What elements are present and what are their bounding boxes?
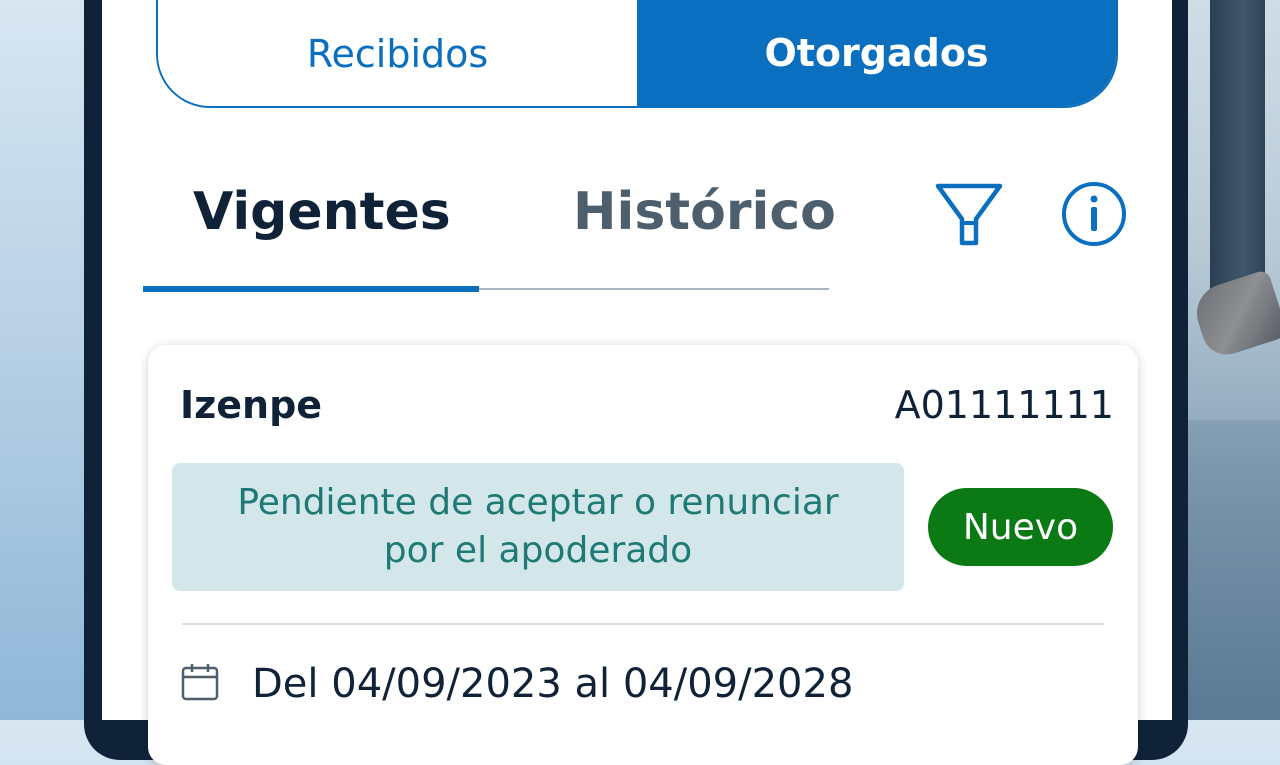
tab-vigentes[interactable]: Vigentes: [193, 182, 451, 242]
status-line-1: Pendiente de aceptar o renunciar: [237, 482, 839, 523]
card-id: A01111111: [894, 383, 1114, 427]
background-floor: [1180, 420, 1280, 720]
date-row: Del 04/09/2023 al 04/09/2028: [180, 661, 853, 707]
info-icon[interactable]: [1059, 181, 1129, 251]
calendar-icon: [180, 662, 220, 706]
filter-icon[interactable]: [934, 181, 1004, 251]
card-divider: [182, 623, 1104, 625]
app-screen: Recibidos Otorgados Vigentes Histórico I…: [102, 0, 1172, 765]
background-shoe: [1189, 269, 1280, 361]
tab-historico[interactable]: Histórico: [573, 182, 836, 242]
date-range: Del 04/09/2023 al 04/09/2028: [252, 661, 854, 707]
poder-card[interactable]: Izenpe A01111111 Pendiente de aceptar o …: [148, 345, 1138, 765]
segment-otorgados[interactable]: Otorgados: [637, 0, 1116, 106]
status-badge: Nuevo: [928, 488, 1113, 566]
segment-recibidos[interactable]: Recibidos: [158, 0, 637, 106]
tab-active-indicator: [143, 286, 479, 292]
tab-bar: Vigentes Histórico: [143, 170, 836, 294]
background-photo: [1180, 0, 1280, 720]
card-name: Izenpe: [180, 383, 323, 427]
status-box: Pendiente de aceptar o renunciar por el …: [172, 463, 904, 591]
segmented-control: Recibidos Otorgados: [156, 0, 1118, 108]
status-line-2: por el apoderado: [383, 530, 693, 571]
